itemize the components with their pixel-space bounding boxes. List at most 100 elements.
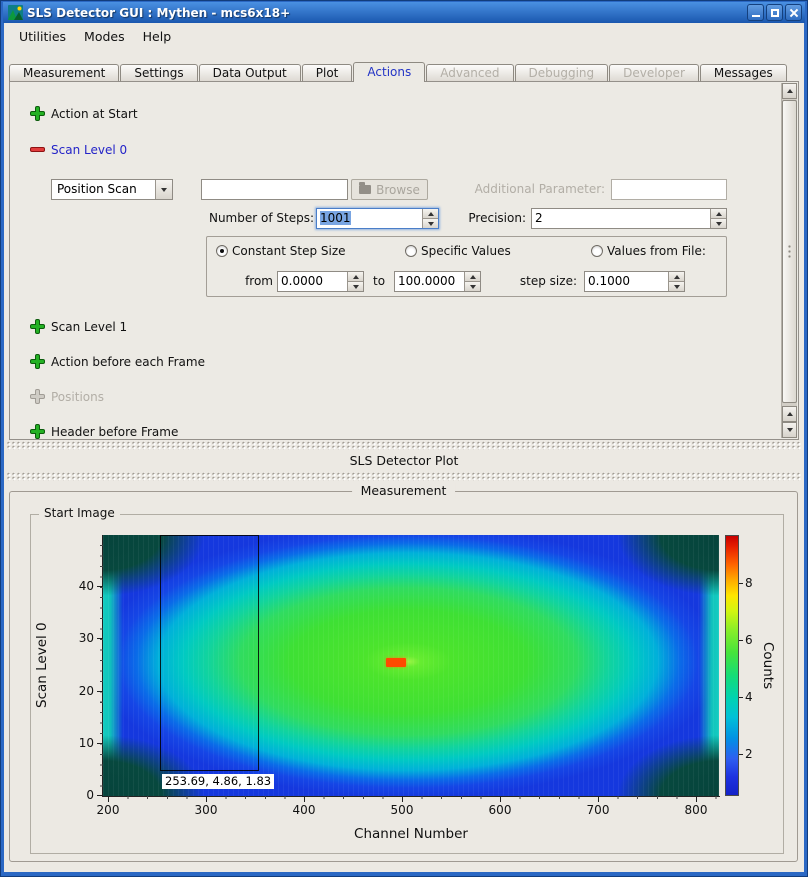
- header-before-frame-label: Header before Frame: [51, 424, 178, 440]
- radio-values-from-file[interactable]: [591, 245, 603, 257]
- x-tick-label: 600: [480, 803, 520, 817]
- menu-bar: Utilities Modes Help: [4, 23, 804, 49]
- radio-constant-step-size[interactable]: [216, 245, 228, 257]
- colorbar-title: Counts: [759, 535, 777, 796]
- x-tick-label: 300: [186, 803, 226, 817]
- radio-specific-values[interactable]: [405, 245, 417, 257]
- tab-plot[interactable]: Plot: [302, 64, 353, 82]
- close-button[interactable]: [785, 4, 802, 21]
- heatmap-canvas[interactable]: 253.69, 4.86, 1.83: [103, 535, 719, 796]
- start-image-frame: Start Image Scan Level 0 0 10 20 30: [30, 514, 784, 854]
- scroll-up-button[interactable]: [782, 83, 797, 99]
- scan-level-1-label: Scan Level 1: [51, 319, 127, 335]
- from-spin-up-button[interactable]: [348, 272, 363, 281]
- precision-spin-down-button[interactable]: [711, 218, 726, 228]
- positions-label: Positions: [51, 389, 104, 405]
- y-tick-label: 0: [72, 788, 94, 802]
- x-tick-label: 200: [88, 803, 128, 817]
- precision-spin-up-button[interactable]: [711, 209, 726, 218]
- browse-label: Browse: [376, 183, 420, 197]
- expand-icon-header-before-frame[interactable]: [31, 425, 44, 438]
- from-label: from: [243, 273, 273, 289]
- scrollbar-thumb[interactable]: [782, 100, 797, 403]
- tab-measurement[interactable]: Measurement: [9, 64, 119, 82]
- to-spin-up-button[interactable]: [465, 272, 480, 281]
- x-tick-label: 500: [382, 803, 422, 817]
- arrow-down-icon: [787, 428, 793, 432]
- y-tick-label: 10: [72, 736, 94, 750]
- x-axis-title: Channel Number: [103, 826, 719, 842]
- step-spin-up-button[interactable]: [669, 272, 684, 281]
- app-icon: [8, 5, 23, 20]
- x-tick: [206, 796, 207, 802]
- x-tick: [108, 796, 109, 802]
- window-title: SLS Detector GUI : Mythen - mcs6x18+: [27, 6, 745, 20]
- to-spin-down-button[interactable]: [465, 281, 480, 291]
- expand-icon-positions-disabled: [31, 390, 44, 403]
- window-client-area: Utilities Modes Help Measurement Setting…: [4, 23, 804, 872]
- expand-icon-action-at-start[interactable]: [31, 107, 44, 120]
- x-tick-label: 700: [578, 803, 618, 817]
- scroll-down-button[interactable]: [782, 422, 797, 438]
- maximize-icon: [771, 9, 779, 17]
- scan-level-0-label: Scan Level 0: [51, 142, 127, 158]
- scan-mode-value: Position Scan: [52, 180, 155, 199]
- cursor-readout: 253.69, 4.86, 1.83: [162, 774, 274, 789]
- tab-debugging: Debugging: [515, 64, 609, 82]
- number-of-steps-spinbox[interactable]: 1001: [316, 208, 439, 229]
- from-spin-down-button[interactable]: [348, 281, 363, 291]
- splitter-handle-2[interactable]: [6, 472, 802, 481]
- peak-maximum-marker: [386, 658, 406, 667]
- precision-value: 2: [532, 209, 710, 228]
- steps-spin-down-button[interactable]: [423, 218, 438, 228]
- precision-label: Precision:: [460, 210, 526, 226]
- menu-utilities[interactable]: Utilities: [10, 26, 75, 47]
- colorbar-tick: [739, 754, 743, 755]
- tab-actions[interactable]: Actions: [353, 62, 425, 82]
- tab-settings[interactable]: Settings: [120, 64, 197, 82]
- colorbar-tick: [739, 697, 743, 698]
- from-spinbox[interactable]: 0.0000: [277, 271, 364, 292]
- maximize-button[interactable]: [766, 4, 783, 21]
- additional-parameter-input: [611, 179, 727, 200]
- to-spinbox[interactable]: 100.0000: [394, 271, 481, 292]
- step-size-label: step size:: [515, 273, 577, 289]
- x-tick: [304, 796, 305, 802]
- action-at-start-label: Action at Start: [51, 106, 138, 122]
- precision-spinbox[interactable]: 2: [531, 208, 727, 229]
- scan-script-input[interactable]: [201, 179, 348, 200]
- constant-step-size-label[interactable]: Constant Step Size: [232, 243, 346, 259]
- expand-icon-action-before-frame[interactable]: [31, 355, 44, 368]
- scroll-up-button-bottom[interactable]: [782, 406, 797, 422]
- values-from-file-label[interactable]: Values from File:: [607, 243, 706, 259]
- from-value: 0.0000: [278, 272, 347, 291]
- specific-values-label[interactable]: Specific Values: [421, 243, 511, 259]
- to-label: to: [373, 273, 385, 289]
- minimize-button[interactable]: [747, 4, 764, 21]
- scrollbar-track[interactable]: [782, 99, 797, 406]
- chevron-down-icon[interactable]: [155, 180, 172, 199]
- scan-mode-combobox[interactable]: Position Scan: [51, 179, 173, 200]
- splitter-handle[interactable]: [6, 441, 802, 450]
- collapse-icon-scan-level-0[interactable]: [31, 143, 44, 156]
- colorbar: [725, 535, 739, 796]
- expand-icon-scan-level-1[interactable]: [31, 320, 44, 333]
- start-image-title: Start Image: [39, 506, 120, 520]
- action-before-frame-label: Action before each Frame: [51, 354, 205, 370]
- menu-help[interactable]: Help: [134, 26, 181, 47]
- arrow-up-icon: [787, 412, 793, 416]
- step-size-spinbox[interactable]: 0.1000: [584, 271, 685, 292]
- x-tick: [402, 796, 403, 802]
- steps-spin-up-button[interactable]: [423, 209, 438, 218]
- tab-data-output[interactable]: Data Output: [199, 64, 301, 82]
- measurement-group-title: Measurement: [352, 483, 456, 498]
- step-spin-down-button[interactable]: [669, 281, 684, 291]
- plot-dock-title[interactable]: SLS Detector Plot: [4, 452, 804, 469]
- tab-messages[interactable]: Messages: [700, 64, 787, 82]
- menu-modes[interactable]: Modes: [75, 26, 134, 47]
- application-window: SLS Detector GUI : Mythen - mcs6x18+ Uti…: [0, 0, 808, 877]
- x-tick-label: 800: [676, 803, 716, 817]
- colorbar-tick: [739, 640, 743, 641]
- vertical-scrollbar[interactable]: [781, 83, 797, 438]
- title-bar[interactable]: SLS Detector GUI : Mythen - mcs6x18+: [3, 2, 805, 23]
